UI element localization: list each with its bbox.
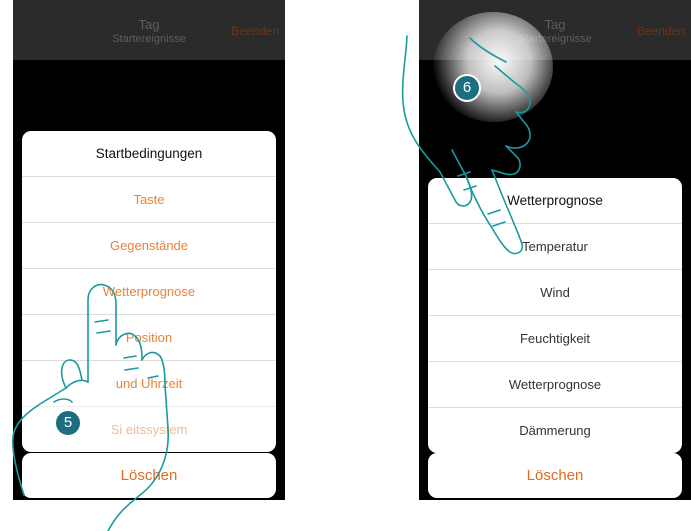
pointing-hand-icon-right (401, 35, 531, 255)
step-badge: 5 (54, 409, 82, 437)
step-badge: 6 (453, 74, 481, 102)
